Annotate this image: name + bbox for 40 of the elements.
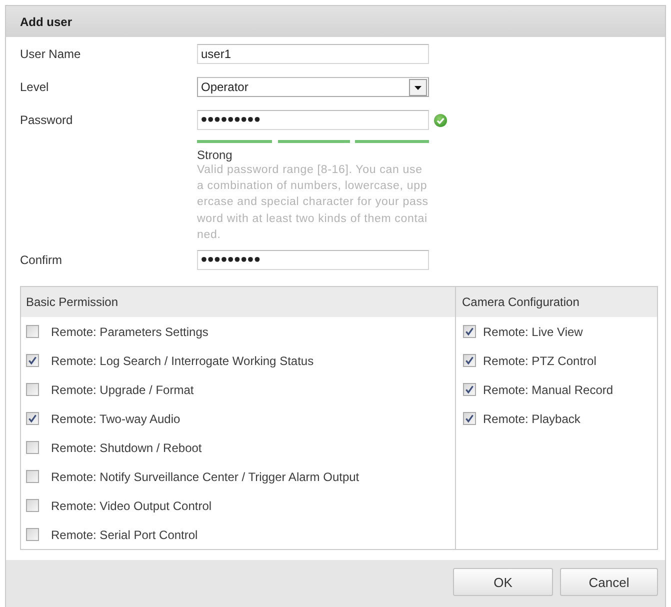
field-label: Level xyxy=(20,80,50,94)
field-label: Password xyxy=(20,113,74,127)
field-label: User Name xyxy=(20,47,82,61)
checkbox[interactable] xyxy=(26,354,39,367)
permission-label: Remote: Notify Surveillance Center / Trigger Alarm Output xyxy=(51,470,360,484)
permission-label: Remote: Shutdown / Reboot xyxy=(51,440,202,454)
strength-label: Strong xyxy=(197,148,234,162)
permission-label: Remote: PTZ Control xyxy=(483,354,596,368)
password-field[interactable]: ••••••••• xyxy=(197,110,429,130)
checkbox[interactable] xyxy=(26,412,39,425)
permission-label: Remote: Parameters Settings xyxy=(51,324,208,338)
checkbox[interactable] xyxy=(26,383,39,396)
checkbox[interactable] xyxy=(463,383,476,396)
checkbox[interactable] xyxy=(463,354,476,367)
dropdown[interactable]: Operator xyxy=(197,77,429,97)
ok-button[interactable]: OK xyxy=(453,568,553,596)
permission-label: Remote: Two-way Audio xyxy=(51,412,180,426)
password-hint: Valid password range [8-16]. You can use a combination of numbers, lowercase, uppercase and special character for your password with at least two kinds of them contained. xyxy=(197,163,429,243)
column-header: Basic Permission xyxy=(21,287,455,317)
permission-label: Remote: Manual Record xyxy=(483,382,614,396)
permission-label: Remote: Live View xyxy=(483,324,583,338)
checkbox[interactable] xyxy=(463,325,476,338)
password-field[interactable]: ••••••••• xyxy=(197,250,429,270)
cancel-button[interactable]: Cancel xyxy=(560,568,658,596)
checkbox[interactable] xyxy=(26,441,39,454)
permission-label: Remote: Serial Port Control xyxy=(51,528,198,542)
column-header: Camera Configuration xyxy=(456,287,657,317)
permission-label: Remote: Video Output Control xyxy=(51,498,212,512)
permission-label: Remote: Playback xyxy=(483,412,580,426)
permission-label: Remote: Upgrade / Format xyxy=(51,382,194,396)
field-label: Confirm xyxy=(20,253,64,267)
checkbox[interactable] xyxy=(26,470,39,483)
caret-icon[interactable] xyxy=(409,78,427,96)
permission-label: Remote: Log Search / Interrogate Working Status xyxy=(51,354,314,368)
dialog-title: Add user xyxy=(20,14,72,28)
text-field[interactable]: user1 xyxy=(197,44,429,64)
checkbox[interactable] xyxy=(26,499,39,512)
checkbox[interactable] xyxy=(26,325,39,338)
checkbox[interactable] xyxy=(463,412,476,425)
checkbox[interactable] xyxy=(26,528,39,541)
